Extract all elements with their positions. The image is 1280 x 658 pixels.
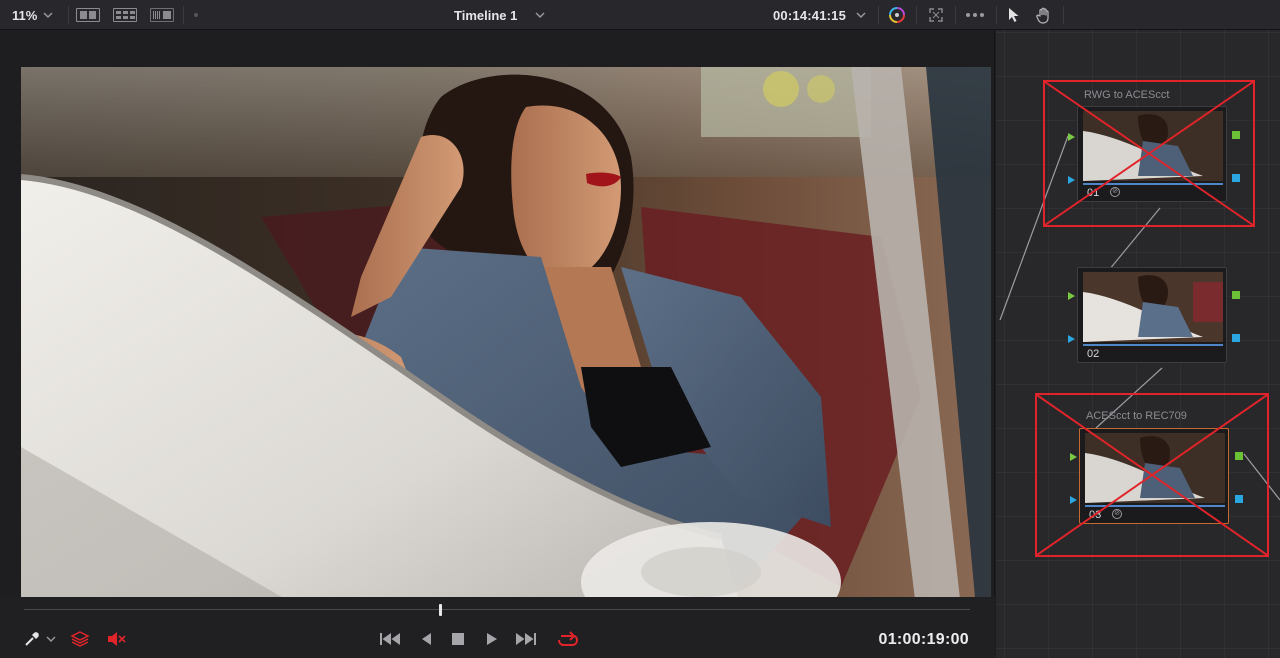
toolbar-divider [878, 6, 879, 24]
fullscreen-button[interactable] [928, 0, 944, 30]
toolbar-divider [996, 6, 997, 24]
chevron-down-icon [856, 12, 866, 18]
expand-icon [929, 8, 943, 22]
chevron-down-icon [535, 12, 545, 18]
hand-tool-button[interactable] [1036, 0, 1052, 30]
pointer-icon [1009, 8, 1019, 22]
timecode-dropdown[interactable]: 00:14:41:15 [773, 0, 866, 30]
toolbar-dot [194, 0, 198, 30]
timeline-selector[interactable]: Timeline 1 [454, 0, 545, 30]
node-bar [1083, 344, 1223, 346]
gallery-viewer-icon [113, 8, 137, 22]
node-thumbnail [1083, 272, 1223, 342]
gallery-viewer-button[interactable] [113, 0, 137, 30]
toolbar-divider [1063, 6, 1064, 24]
eyedropper-button[interactable] [20, 628, 44, 650]
viewer-toolbar: 11% Timeline 1 00:14:41:15 [0, 0, 1280, 30]
node-02[interactable]: 02 [1077, 267, 1227, 363]
pointer-tool-button[interactable] [1008, 0, 1020, 30]
node-editor[interactable]: RWG to ACEScct 01 ⊘ 02 ACEScc [996, 30, 1280, 658]
color-wheel-icon [889, 7, 905, 23]
zoom-dropdown[interactable]: 11% [12, 0, 53, 30]
eyedropper-icon [25, 632, 39, 646]
play-button[interactable] [480, 628, 504, 650]
transport-bar: 01:00:19:00 [0, 597, 995, 658]
toolbar-divider [955, 6, 956, 24]
split-viewer-icon [150, 8, 174, 22]
eyedropper-dropdown[interactable] [44, 628, 58, 650]
timeline-title: Timeline 1 [454, 7, 518, 23]
mute-button[interactable] [104, 628, 128, 650]
crossed-out-marker [1043, 80, 1255, 227]
split-viewer-button[interactable] [150, 0, 174, 30]
play-icon [487, 633, 497, 645]
more-options-button[interactable] [965, 0, 985, 30]
record-timecode: 01:00:19:00 [878, 631, 969, 648]
loop-icon [558, 631, 579, 646]
skip-forward-button[interactable] [514, 628, 538, 650]
toolbar-divider [183, 6, 184, 24]
node-output-port[interactable] [1232, 334, 1240, 342]
node-input-port[interactable] [1068, 292, 1075, 300]
step-back-button[interactable] [414, 628, 438, 650]
zoom-value: 11% [12, 7, 38, 23]
viewer-image [21, 67, 991, 608]
skip-back-icon [380, 633, 400, 645]
single-viewer-button[interactable] [76, 0, 100, 30]
hand-icon [1036, 7, 1049, 24]
step-back-icon [422, 633, 431, 645]
speaker-muted-icon [108, 632, 126, 646]
crossed-out-marker [1035, 393, 1269, 557]
viewer-frame[interactable] [21, 67, 991, 608]
node-input-port[interactable] [1068, 335, 1075, 343]
chevron-down-icon [46, 636, 56, 642]
app-window: 11% Timeline 1 00:14:41:15 01:00:19:00 R… [0, 0, 1280, 658]
stop-icon [452, 633, 464, 645]
skip-back-button[interactable] [378, 628, 402, 650]
scrubber-track[interactable] [24, 609, 970, 610]
viewer-panel: 01:00:19:00 [0, 30, 995, 658]
node-number: 02 [1087, 348, 1100, 360]
layers-button[interactable] [68, 628, 92, 650]
color-wheel-button[interactable] [887, 0, 907, 30]
chevron-down-icon [43, 12, 53, 18]
single-viewer-icon [76, 8, 100, 22]
toolbar-divider [916, 6, 917, 24]
playhead[interactable] [439, 604, 443, 616]
skip-forward-icon [516, 633, 536, 645]
layers-icon [70, 631, 90, 647]
toolbar-divider [68, 6, 69, 24]
stop-button[interactable] [446, 628, 470, 650]
more-icon [966, 13, 984, 17]
node-output-port[interactable] [1232, 291, 1240, 299]
source-timecode: 00:14:41:15 [773, 7, 847, 23]
loop-button[interactable] [556, 628, 580, 650]
